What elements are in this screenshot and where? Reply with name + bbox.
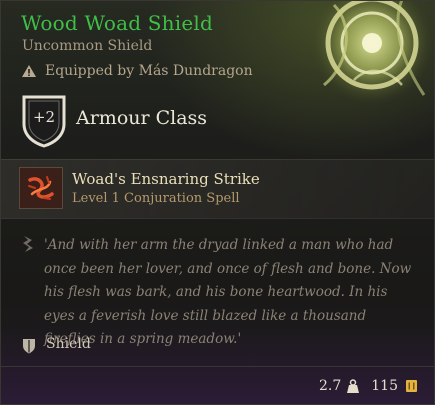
item-rarity-type: Uncommon Shield [22, 38, 153, 54]
spell-row[interactable] [1, 159, 434, 219]
shield-icon [23, 339, 35, 354]
quill-icon [23, 236, 33, 252]
warning-triangle-icon [22, 65, 36, 77]
item-tooltip: Wood Woad Shield Uncommon Shield Equippe… [0, 0, 435, 405]
item-footer: 2.7 115 [319, 375, 418, 397]
footer-divider [1, 366, 434, 367]
armour-class-badge: +2 [21, 94, 67, 148]
item-category: Shield [46, 336, 91, 352]
ensnaring-strike-icon[interactable] [19, 167, 63, 209]
equipped-by-text: Equipped by Más Dundragon [45, 63, 253, 79]
flavor-text: 'And with her arm the dryad linked a man… [44, 237, 412, 347]
spell-detail: Level 1 Conjuration Spell [72, 191, 240, 206]
gold-value: 115 [371, 378, 398, 394]
spell-name: Woad's Ensnaring Strike [72, 170, 260, 188]
shield-artwork-icon [310, 1, 434, 105]
weight-icon [347, 378, 360, 393]
armour-class-label: Armour Class [76, 107, 208, 129]
armour-class-value: +2 [32, 108, 56, 126]
gold-coin-icon [406, 380, 417, 392]
weight-value: 2.7 [319, 378, 342, 394]
equipped-status: Equipped by Más Dundragon [21, 63, 253, 79]
item-name: Wood Woad Shield [21, 11, 213, 35]
